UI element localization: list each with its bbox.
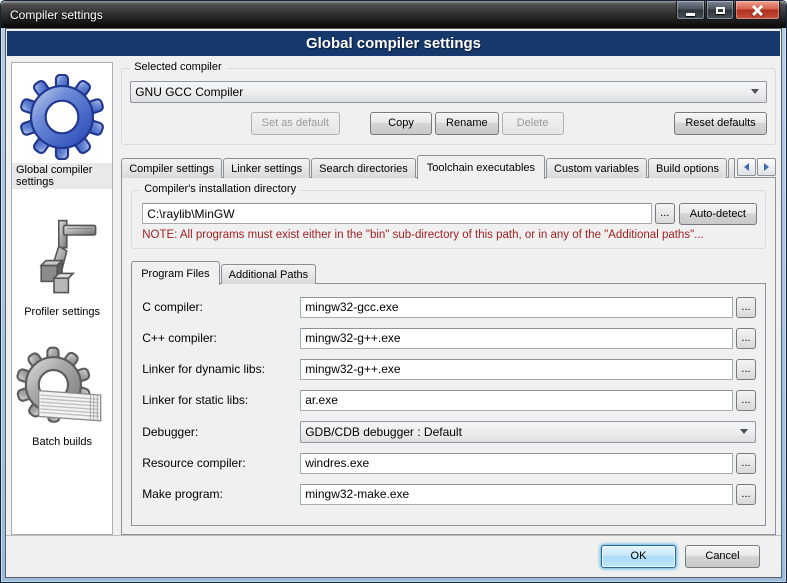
tab-custom-variables[interactable]: Custom variables xyxy=(546,158,647,178)
resource-compiler-label: Resource compiler: xyxy=(142,456,300,470)
sidebar-item-label: Profiler settings xyxy=(20,305,104,319)
dynamic-linker-row: Linker for dynamic libs: ... xyxy=(142,359,756,380)
page-title: Global compiler settings xyxy=(306,35,481,52)
toolchain-executables-page: Compiler's installation directory ... Au… xyxy=(121,177,776,535)
dynamic-linker-label: Linker for dynamic libs: xyxy=(142,362,300,376)
rename-button[interactable]: Rename xyxy=(435,112,499,135)
tab-search-directories[interactable]: Search directories xyxy=(311,158,416,178)
resource-compiler-input[interactable] xyxy=(300,453,733,474)
c-compiler-label: C compiler: xyxy=(142,300,300,314)
debugger-select[interactable]: GDB/CDB debugger : Default xyxy=(300,421,756,443)
tab-linker-settings[interactable]: Linker settings xyxy=(223,158,310,178)
titlebar: Compiler settings xyxy=(1,1,786,28)
c-compiler-row: C compiler: ... xyxy=(142,297,756,318)
close-button[interactable] xyxy=(735,1,780,20)
tab-additional-paths[interactable]: Additional Paths xyxy=(221,264,317,284)
arrow-right-icon xyxy=(764,163,769,171)
program-files-page: C compiler: ... C++ compiler: ... Linker… xyxy=(131,283,766,526)
copy-button[interactable]: Copy xyxy=(370,112,432,135)
compiler-settings-window: Compiler settings Global compiler settin… xyxy=(0,0,787,583)
caliper-icon xyxy=(22,215,102,303)
installation-directory-input[interactable] xyxy=(142,203,652,224)
installation-directory-group: Compiler's installation directory ... Au… xyxy=(131,190,766,249)
maximize-button[interactable] xyxy=(706,1,734,20)
tab-partial[interactable] xyxy=(728,158,735,178)
sidebar-item-global-compiler-settings[interactable]: Global compiler settings xyxy=(12,73,112,189)
cancel-button[interactable]: Cancel xyxy=(685,545,760,568)
settings-tabstrip: Compiler settings Linker settings Search… xyxy=(121,155,776,178)
make-program-input[interactable] xyxy=(300,484,733,505)
chevron-down-icon xyxy=(740,429,748,434)
window-title: Compiler settings xyxy=(1,8,103,22)
tab-toolchain-executables[interactable]: Toolchain executables xyxy=(417,155,545,179)
selected-compiler-group-label: Selected compiler xyxy=(130,61,225,73)
blue-gear-icon xyxy=(14,73,110,161)
compiler-select[interactable]: GNU GCC Compiler xyxy=(130,81,767,103)
sidebar-item-batch-builds[interactable]: Batch builds xyxy=(14,345,110,449)
cpp-compiler-input[interactable] xyxy=(300,328,733,349)
debugger-row: Debugger: GDB/CDB debugger : Default xyxy=(142,421,756,443)
installation-directory-row: ... Auto-detect xyxy=(142,203,757,225)
set-as-default-button[interactable]: Set as default xyxy=(251,112,340,135)
dialog-header: Global compiler settings xyxy=(7,31,780,56)
programs-tabstrip: Program Files Additional Paths xyxy=(131,261,766,284)
arrow-left-icon xyxy=(744,163,749,171)
installation-note: NOTE: All programs must exist either in … xyxy=(142,229,757,241)
cpp-compiler-row: C++ compiler: ... xyxy=(142,328,756,349)
static-linker-row: Linker for static libs: ... xyxy=(142,390,756,411)
auto-detect-button[interactable]: Auto-detect xyxy=(679,203,757,225)
static-linker-label: Linker for static libs: xyxy=(142,393,300,407)
tab-scroll-buttons xyxy=(736,158,776,176)
delete-button[interactable]: Delete xyxy=(502,112,564,135)
selected-compiler-group: Selected compiler GNU GCC Compiler Set a… xyxy=(121,68,776,145)
main-panel: Selected compiler GNU GCC Compiler Set a… xyxy=(121,62,776,535)
c-compiler-browse-button[interactable]: ... xyxy=(736,297,756,318)
close-icon xyxy=(752,5,763,16)
resource-compiler-browse-button[interactable]: ... xyxy=(736,453,756,474)
sidebar-item-label: Global compiler settings xyxy=(12,163,112,189)
tab-program-files[interactable]: Program Files xyxy=(131,261,219,285)
tab-scroll-right-button[interactable] xyxy=(757,158,776,176)
minimize-icon xyxy=(686,13,695,16)
cpp-compiler-browse-button[interactable]: ... xyxy=(736,328,756,349)
installation-directory-browse-button[interactable]: ... xyxy=(655,203,675,224)
debugger-label: Debugger: xyxy=(142,425,300,439)
cpp-compiler-label: C++ compiler: xyxy=(142,331,300,345)
sidebar-item-label: Batch builds xyxy=(28,435,96,449)
make-program-label: Make program: xyxy=(142,487,300,501)
make-program-row: Make program: ... xyxy=(142,484,756,505)
tab-build-options[interactable]: Build options xyxy=(648,158,727,178)
caption-buttons xyxy=(675,1,780,20)
dynamic-linker-input[interactable] xyxy=(300,359,733,380)
c-compiler-input[interactable] xyxy=(300,297,733,318)
dialog-body: Global compiler settings xyxy=(5,28,782,578)
compiler-buttons-row: Set as default Copy Rename Delete Reset … xyxy=(130,112,767,135)
static-linker-browse-button[interactable]: ... xyxy=(736,390,756,411)
debugger-select-value: GDB/CDB debugger : Default xyxy=(305,425,740,439)
sidebar-item-profiler-settings[interactable]: Profiler settings xyxy=(20,215,104,319)
installation-directory-group-label: Compiler's installation directory xyxy=(140,183,300,195)
ok-button[interactable]: OK xyxy=(601,545,676,568)
footer: OK Cancel xyxy=(6,536,781,577)
sidebar: Global compiler settings xyxy=(11,62,113,535)
static-linker-input[interactable] xyxy=(300,390,733,411)
tab-scroll-left-button[interactable] xyxy=(737,158,756,176)
make-program-browse-button[interactable]: ... xyxy=(736,484,756,505)
tab-compiler-settings[interactable]: Compiler settings xyxy=(121,158,222,178)
chevron-down-icon xyxy=(751,89,759,94)
reset-defaults-button[interactable]: Reset defaults xyxy=(674,112,767,135)
content: Global compiler settings xyxy=(6,56,781,535)
maximize-icon xyxy=(716,7,725,14)
gray-gear-papers-icon xyxy=(14,345,110,433)
dynamic-linker-browse-button[interactable]: ... xyxy=(736,359,756,380)
resource-compiler-row: Resource compiler: ... xyxy=(142,453,756,474)
compiler-select-value: GNU GCC Compiler xyxy=(135,85,751,99)
minimize-button[interactable] xyxy=(676,1,705,20)
